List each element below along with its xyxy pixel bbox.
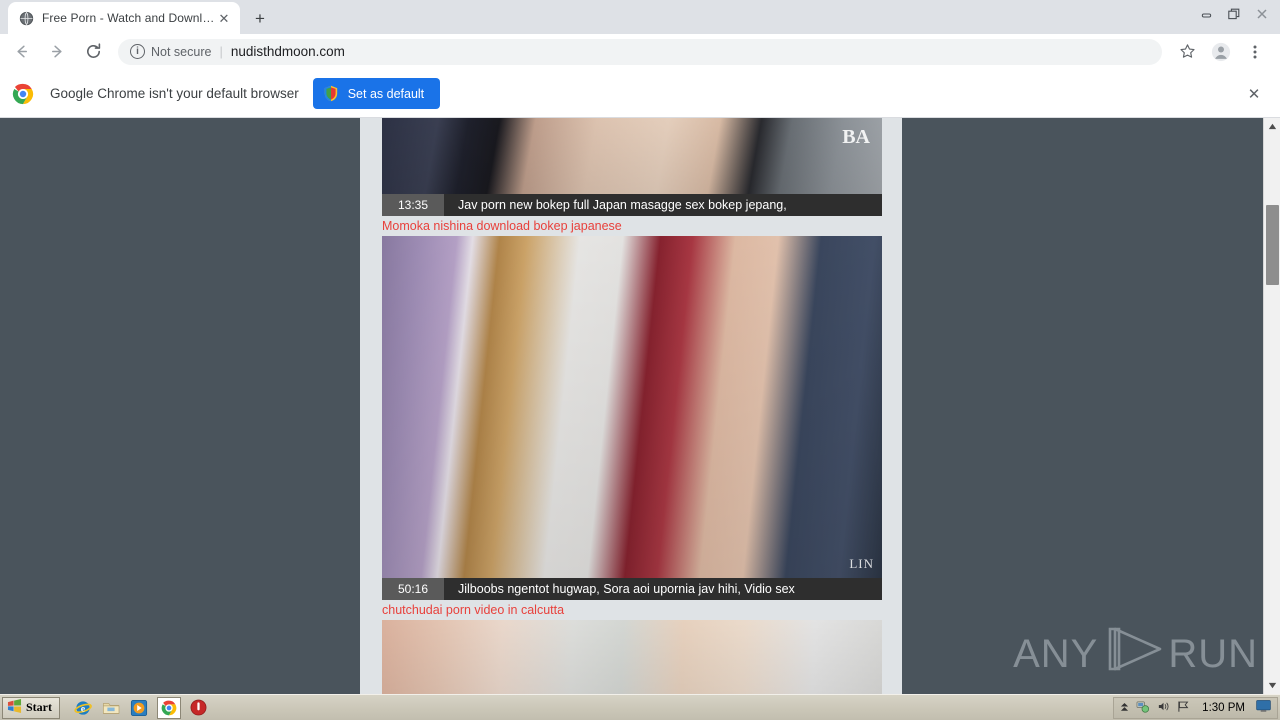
stop-icon[interactable] [190,699,208,717]
back-button[interactable] [6,37,36,67]
infobar-close-icon[interactable]: ✕ [1242,82,1266,106]
thumbnail-badge: BA [842,126,870,148]
scrollbar-thumb[interactable] [1266,205,1279,285]
start-button[interactable]: Start [2,696,60,719]
new-tab-button[interactable]: + [246,4,274,32]
video-card[interactable] [382,620,882,694]
video-card[interactable]: BA 13:35 Jav porn new bokep full Japan m… [382,118,882,236]
video-thumbnail[interactable] [382,620,882,694]
chrome-icon[interactable] [157,696,181,719]
windows-flag-icon [7,698,22,717]
video-thumbnail[interactable]: BA [382,118,882,194]
video-duration: 50:16 [382,578,444,600]
internet-explorer-icon[interactable]: e [74,699,92,717]
play-triangle-icon [1102,626,1164,682]
close-icon[interactable]: ✕ [216,10,232,26]
chrome-logo-icon [12,83,34,105]
page-viewport: BA 13:35 Jav porn new bokep full Japan m… [0,118,1280,694]
video-title-overflow[interactable]: Momoka nishina download bokep japanese [382,216,882,236]
watermark-text-run: RUN [1168,631,1258,676]
svg-text:e: e [81,703,86,714]
close-button[interactable] [1248,2,1276,26]
video-title[interactable]: Jav porn new bokep full Japan masagge se… [458,198,787,212]
window-controls [1192,2,1276,26]
omnibox-separator: | [219,44,223,59]
browser-tab[interactable]: Free Porn - Watch and Download ✕ [8,2,240,34]
scroll-down-arrow-icon[interactable] [1264,677,1280,694]
browser-window: Free Porn - Watch and Download ✕ + i Not… [0,0,1280,720]
bookmark-star-icon[interactable] [1172,37,1202,67]
infobar-message: Google Chrome isn't your default browser [50,86,299,101]
video-card[interactable]: LIN 50:16 Jilboobs ngentot hugwap, Sora … [382,236,882,620]
chrome-menu-icon[interactable] [1240,37,1270,67]
chevron-up-icon[interactable] [1120,702,1129,715]
folder-icon[interactable] [102,699,120,717]
windows-taskbar: Start e 1:30 PM [0,694,1280,720]
security-status: Not secure [151,44,212,59]
quick-launch-bar: e [74,696,208,719]
info-circle-icon[interactable]: i [130,44,145,59]
tab-strip: Free Porn - Watch and Download ✕ + [0,0,1280,34]
toolbar-actions [1170,37,1272,67]
taskbar-clock[interactable]: 1:30 PM [1202,702,1245,714]
watermark-text-any: ANY [1013,631,1099,676]
restore-button[interactable] [1220,2,1248,26]
video-caption-bar: 50:16 Jilboobs ngentot hugwap, Sora aoi … [382,578,882,600]
avatar-icon[interactable] [1206,37,1236,67]
set-as-default-button[interactable]: Set as default [312,78,441,109]
tab-title: Free Porn - Watch and Download [42,11,216,25]
address-bar[interactable]: i Not secure | nudisthdmoon.com [118,38,1162,65]
video-title-overflow[interactable]: chutchudai porn video in calcutta [382,600,882,620]
shield-icon [323,85,339,102]
video-duration: 13:35 [382,194,444,216]
video-caption-bar: 13:35 Jav porn new bokep full Japan masa… [382,194,882,216]
media-player-icon[interactable] [130,699,148,717]
anyrun-watermark: ANY RUN [1013,626,1258,682]
default-browser-infobar: Google Chrome isn't your default browser… [0,70,1280,118]
url-text: nudisthdmoon.com [230,44,345,59]
thumbnail-watermark: LIN [849,556,874,571]
reload-button[interactable] [78,37,108,67]
flag-icon[interactable] [1177,700,1191,716]
globe-icon [18,10,34,26]
video-title[interactable]: Jilboobs ngentot hugwap, Sora aoi uporni… [458,582,795,596]
video-thumbnail[interactable]: LIN [382,236,882,578]
show-desktop-icon[interactable] [1256,700,1271,716]
browser-toolbar: i Not secure | nudisthdmoon.com [0,34,1280,70]
scroll-up-arrow-icon[interactable] [1264,118,1280,135]
system-tray: 1:30 PM [1113,697,1278,719]
page-content-column: BA 13:35 Jav porn new bokep full Japan m… [360,118,902,694]
video-list: BA 13:35 Jav porn new bokep full Japan m… [382,118,882,694]
minimize-button[interactable] [1192,2,1220,26]
vertical-scrollbar[interactable] [1263,118,1280,694]
volume-icon[interactable] [1157,700,1170,716]
network-icon[interactable] [1136,700,1150,716]
start-label: Start [26,700,52,714]
set-as-default-label: Set as default [347,86,425,101]
forward-button[interactable] [42,37,72,67]
